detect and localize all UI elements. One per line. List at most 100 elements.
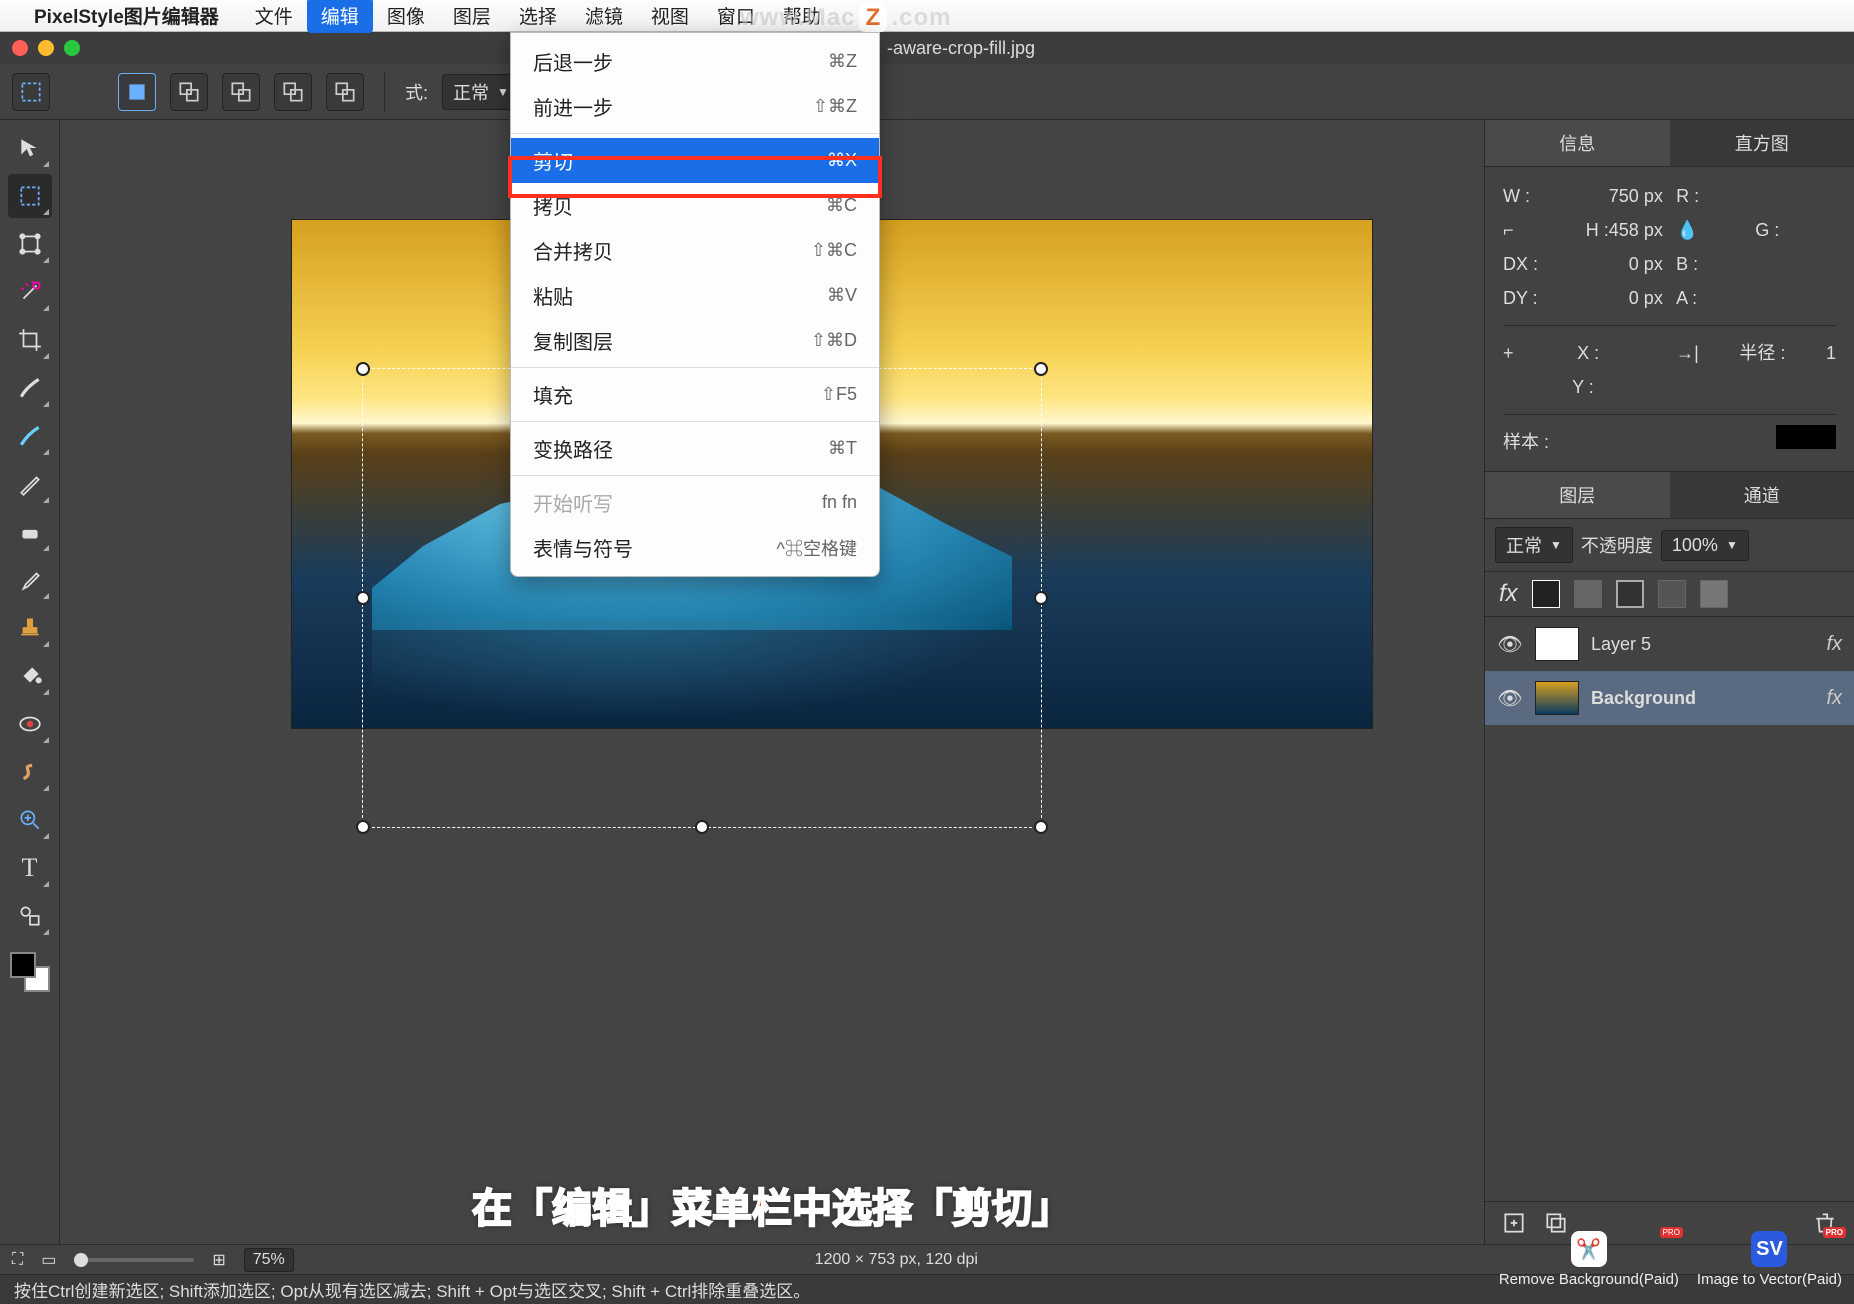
layer-thumb	[1535, 681, 1579, 715]
fx-opt-5[interactable]	[1700, 580, 1728, 608]
options-bar: 式: 正常▼ 圆角半径: 8▼	[0, 64, 1854, 120]
app-name[interactable]: PixelStyle图片编辑器	[34, 2, 219, 29]
menu-item-label: 粘贴	[533, 281, 573, 310]
magic-wand-tool[interactable]	[8, 270, 52, 314]
bucket-tool[interactable]	[8, 654, 52, 698]
marquee-tool[interactable]	[8, 174, 52, 218]
zoom-slider[interactable]	[74, 1258, 194, 1262]
dy-value: 0 px	[1629, 281, 1663, 315]
layer-row[interactable]: 👁 Layer 5 fx	[1485, 617, 1854, 671]
eraser-tool[interactable]	[8, 510, 52, 554]
eyedropper-tool[interactable]	[8, 558, 52, 602]
mode-subtract-icon[interactable]	[222, 73, 260, 111]
menu-item-粘贴[interactable]: 粘贴⌘V	[511, 273, 879, 318]
visibility-icon[interactable]: 👁	[1497, 632, 1523, 657]
text-tool[interactable]: T	[8, 846, 52, 890]
menu-edit[interactable]: 编辑	[307, 0, 373, 33]
dx-value: 0 px	[1629, 247, 1663, 281]
zoom-window-button[interactable]	[64, 40, 80, 56]
info-panel: W :750 px R : ⌐H :458 px 💧G : DX :0 px B…	[1485, 167, 1854, 472]
stamp-tool[interactable]	[8, 606, 52, 650]
handle-bot-right[interactable]	[1034, 820, 1048, 834]
menu-view[interactable]: 视图	[637, 0, 703, 33]
zoom-value[interactable]: 75%	[244, 1248, 294, 1272]
fx-label[interactable]: fx	[1499, 580, 1518, 608]
zoom-in-icon[interactable]: ⊞	[212, 1250, 225, 1270]
handle-bot-left[interactable]	[356, 820, 370, 834]
menu-item-拷贝[interactable]: 拷贝⌘C	[511, 183, 879, 228]
move-tool[interactable]	[8, 126, 52, 170]
fit-icon[interactable]: ⛶	[12, 1251, 23, 1269]
pen-brush-tool[interactable]	[8, 414, 52, 458]
menu-file[interactable]: 文件	[241, 0, 307, 33]
menu-item-表情与符号[interactable]: 表情与符号^⌘空格键	[511, 525, 879, 570]
menu-image[interactable]: 图像	[373, 0, 439, 33]
fx-badge[interactable]: fx	[1826, 687, 1842, 710]
fx-opt-2[interactable]	[1574, 580, 1602, 608]
fx-opt-4[interactable]	[1658, 580, 1686, 608]
right-panels: 信息 直方图 W :750 px R : ⌐H :458 px 💧G : DX …	[1484, 120, 1854, 1244]
fx-badge[interactable]: fx	[1826, 633, 1842, 656]
brush-tool[interactable]	[8, 366, 52, 410]
mode-exclude-icon[interactable]	[326, 73, 364, 111]
color-swatches[interactable]	[10, 952, 50, 992]
zoom-tool[interactable]	[8, 798, 52, 842]
selection-tool-icon[interactable]	[12, 73, 50, 111]
visibility-icon[interactable]: 👁	[1497, 686, 1523, 711]
handle-top-right[interactable]	[1034, 362, 1048, 376]
mode-add-icon[interactable]	[170, 73, 208, 111]
menu-item-复制图层[interactable]: 复制图层⇧⌘D	[511, 318, 879, 363]
menu-item-后退一步[interactable]: 后退一步⌘Z	[511, 39, 879, 84]
opacity-select[interactable]: 100%▼	[1661, 530, 1749, 561]
shape-tool[interactable]	[8, 894, 52, 938]
layer-row[interactable]: 👁 Background fx	[1485, 671, 1854, 725]
fg-color-swatch[interactable]	[10, 952, 36, 978]
menu-item-label: 前进一步	[533, 92, 613, 121]
layer-name: Layer 5	[1591, 634, 1814, 655]
handle-bot-mid[interactable]	[695, 820, 709, 834]
window-titlebar: -aware-crop-fill.jpg	[0, 32, 1854, 64]
transform-tool[interactable]	[8, 222, 52, 266]
menu-item-前进一步[interactable]: 前进一步⇧⌘Z	[511, 84, 879, 129]
redeye-tool[interactable]	[8, 702, 52, 746]
handle-mid-right[interactable]	[1034, 591, 1048, 605]
menu-item-变换路径[interactable]: 变换路径⌘T	[511, 426, 879, 471]
pencil-tool[interactable]	[8, 462, 52, 506]
remove-bg-app[interactable]: ✂️PRO Remove Background(Paid)	[1499, 1231, 1679, 1288]
crop-tool[interactable]	[8, 318, 52, 362]
handle-top-left[interactable]	[356, 362, 370, 376]
fx-opt-3[interactable]	[1616, 580, 1644, 608]
menu-item-剪切[interactable]: 剪切⌘X	[511, 138, 879, 183]
menu-item-label: 变换路径	[533, 434, 613, 463]
mode-select[interactable]: 正常▼	[442, 74, 520, 110]
arrow-icon: →|	[1676, 336, 1699, 370]
minimize-window-button[interactable]	[38, 40, 54, 56]
fx-opt-1[interactable]	[1532, 580, 1560, 608]
traffic-lights	[12, 40, 80, 56]
mode-label: 式:	[405, 79, 428, 105]
mode-new-icon[interactable]	[118, 73, 156, 111]
tab-info[interactable]: 信息	[1485, 120, 1670, 166]
tab-histogram[interactable]: 直方图	[1670, 120, 1854, 166]
tab-channels[interactable]: 通道	[1670, 472, 1854, 518]
menu-separator	[511, 421, 879, 422]
menu-item-label: 复制图层	[533, 326, 613, 355]
menu-item-合并拷贝[interactable]: 合并拷贝⇧⌘C	[511, 228, 879, 273]
menu-layer[interactable]: 图层	[439, 0, 505, 33]
smudge-tool[interactable]	[8, 750, 52, 794]
sample-swatch[interactable]	[1776, 425, 1836, 449]
blend-mode-select[interactable]: 正常▼	[1495, 527, 1573, 563]
handle-mid-left[interactable]	[356, 591, 370, 605]
tab-layers[interactable]: 图层	[1485, 472, 1670, 518]
menu-filter[interactable]: 滤镜	[571, 0, 637, 33]
image-to-vector-app[interactable]: SVPRO Image to Vector(Paid)	[1697, 1231, 1842, 1288]
menu-item-label: 剪切	[533, 146, 573, 175]
menu-item-label: 表情与符号	[533, 533, 633, 562]
menu-select[interactable]: 选择	[505, 0, 571, 33]
actual-size-icon[interactable]: ▭	[41, 1250, 56, 1270]
mode-intersect-icon[interactable]	[274, 73, 312, 111]
watermark: www.MacZ.com	[740, 4, 951, 32]
close-window-button[interactable]	[12, 40, 28, 56]
menu-item-填充[interactable]: 填充⇧F5	[511, 372, 879, 417]
dx-label: DX :	[1503, 247, 1538, 281]
